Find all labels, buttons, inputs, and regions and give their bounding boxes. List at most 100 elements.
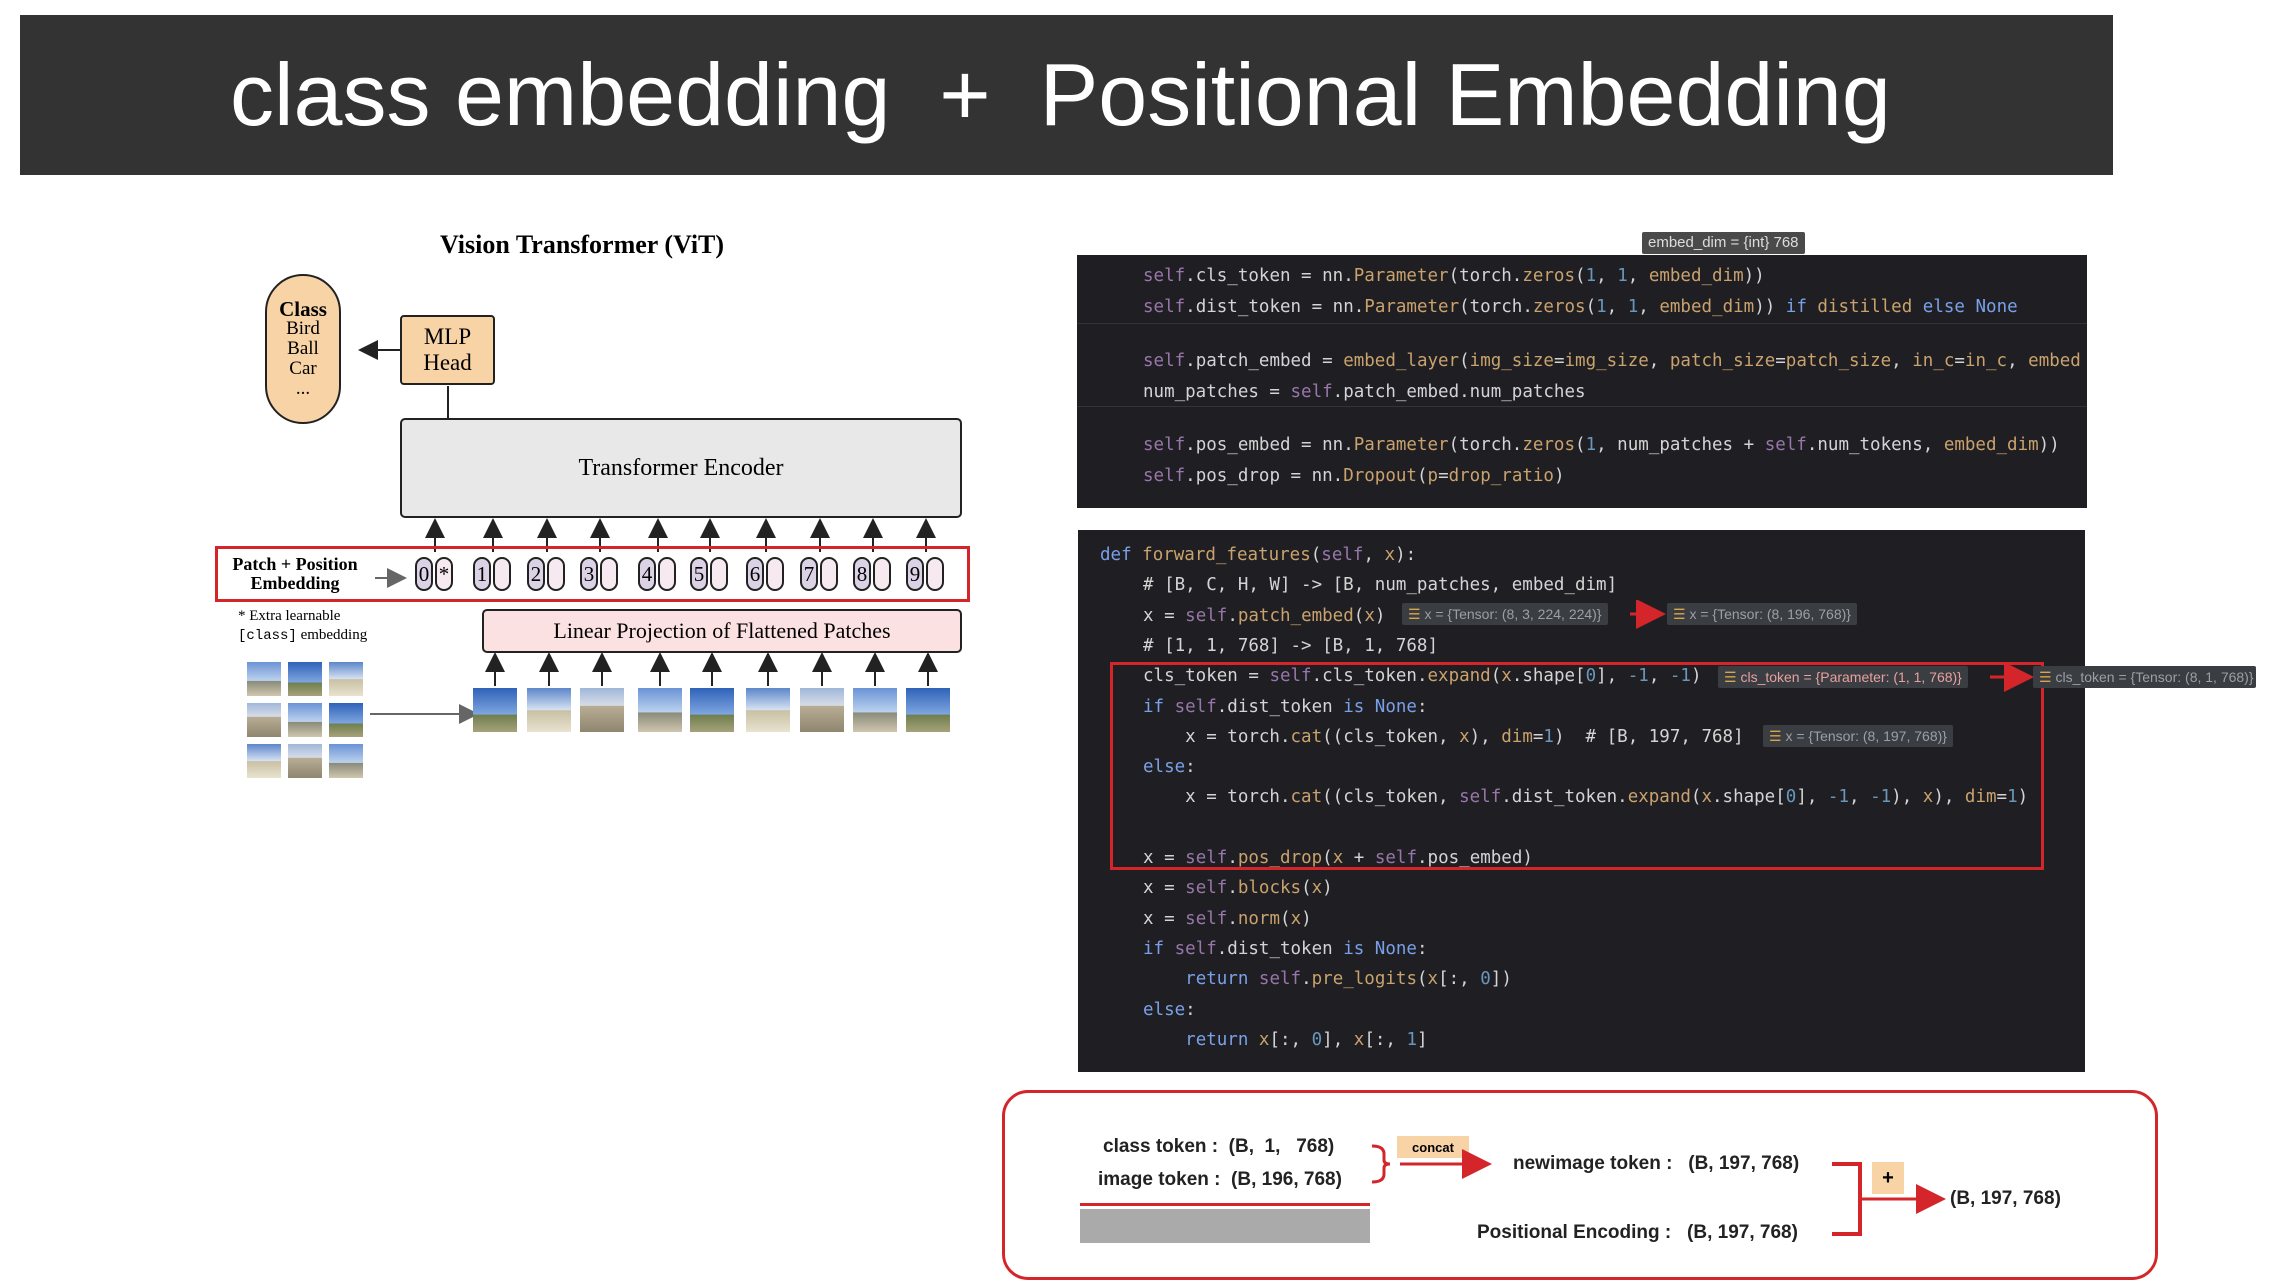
embedding-token — [493, 557, 511, 591]
code-line: self.dist_token = nn.Parameter(torch.zer… — [1143, 294, 2018, 320]
code-token: ], — [1322, 1029, 1354, 1050]
code-token: self — [1185, 908, 1228, 929]
code-token: )) — [2038, 435, 2060, 455]
code-token: self — [1143, 351, 1186, 371]
code-token: None — [1975, 297, 2018, 317]
code-token: . — [1227, 878, 1238, 899]
flattened-patch-thumbnail — [473, 688, 517, 732]
position-token: 1 — [473, 557, 491, 591]
code-token: 1 — [1406, 1029, 1418, 1050]
code-line: if self.dist_token is None: — [1143, 936, 1428, 962]
code-token: ( — [1459, 351, 1470, 371]
code-token: zeros — [1522, 266, 1576, 286]
code-token: ]) — [1490, 969, 1512, 990]
code-token: .patch_embed.num_patches — [1332, 382, 1586, 402]
code-token: self — [1290, 382, 1333, 402]
code-token: embed_layer — [1343, 351, 1460, 371]
code-token: .pos_embed = nn. — [1185, 435, 1354, 455]
code-token: . — [1301, 969, 1312, 990]
code-line: self.pos_embed = nn.Parameter(torch.zero… — [1143, 432, 2060, 458]
position-token: 2 — [527, 557, 545, 591]
code-token: = — [1438, 466, 1449, 486]
code-token: ): — [1395, 545, 1417, 565]
code-token: embed_dim — [1648, 266, 1744, 286]
code-token: self — [1143, 466, 1186, 486]
code-token: , — [1891, 351, 1913, 371]
code-line: num_patches = self.patch_embed.num_patch… — [1143, 379, 1586, 405]
code-line: x = self.blocks(x) — [1143, 875, 1333, 901]
code-token: patch_size — [1785, 351, 1892, 371]
embedding-token — [547, 557, 565, 591]
image-patch-thumbnail — [288, 744, 322, 778]
code-separator — [1077, 323, 2087, 324]
position-token: 8 — [853, 557, 871, 591]
code-token: ( — [1575, 266, 1586, 286]
code-token: ( — [1301, 878, 1312, 899]
code-token: else — [1922, 297, 1965, 317]
code-token: return — [1185, 1029, 1259, 1050]
hint-text: x = {Tensor: (8, 197, 768)} — [1785, 728, 1947, 744]
code-token: 1 — [1596, 297, 1607, 317]
code-token: ( — [1585, 297, 1597, 317]
code-token: x — [1427, 969, 1439, 990]
gray-bar — [1080, 1209, 1370, 1243]
flattened-patch-thumbnail — [746, 688, 790, 732]
x-input-debug-hint: ☰ x = {Tensor: (8, 3, 224, 224)} — [1402, 603, 1608, 625]
code-token: img_size — [1469, 351, 1554, 371]
code-token: # [B, C, H, W] -> [B, num_patches, embed… — [1143, 575, 1618, 596]
code-token: def — [1100, 545, 1143, 565]
code-token: zeros — [1522, 435, 1576, 455]
flattened-patch-thumbnail — [906, 688, 950, 732]
code-token: x — [1364, 605, 1375, 626]
result-shape: (B, 197, 768) — [1950, 1188, 2061, 1209]
patch-label-line1: Patch + Position — [232, 554, 358, 574]
code-line: else: — [1143, 997, 1196, 1023]
flattened-patch-thumbnail — [580, 688, 624, 732]
code-token: else — [1143, 999, 1186, 1020]
code-line: x = self.patch_embed(x) — [1143, 603, 1385, 629]
embedding-token: * — [435, 557, 453, 591]
position-token: 5 — [690, 557, 708, 591]
position-token: 9 — [906, 557, 924, 591]
position-token: 7 — [800, 557, 818, 591]
embedding-token — [766, 557, 784, 591]
code-token: = — [1775, 351, 1786, 371]
code-token: 1 — [1585, 266, 1597, 286]
code-token: .num_tokens, — [1806, 435, 1944, 455]
code-token: Parameter — [1364, 297, 1460, 317]
code-token: ( — [1310, 545, 1322, 565]
code-token: drop_ratio — [1448, 466, 1554, 486]
code-line: self.cls_token = nn.Parameter(torch.zero… — [1143, 263, 1765, 289]
code-line: self.patch_embed = embed_layer(img_size=… — [1143, 348, 2081, 374]
code-token: self — [1185, 605, 1228, 626]
code-token: forward_features — [1142, 545, 1311, 565]
code-token: ( — [1575, 435, 1586, 455]
code-token: self — [1764, 435, 1807, 455]
code-token: : — [1416, 938, 1428, 959]
code-token: distilled — [1817, 297, 1913, 317]
image-patch-thumbnail — [288, 662, 322, 696]
code-token: ( — [1416, 969, 1428, 990]
code-token: : — [1185, 999, 1196, 1020]
code-token: , — [1648, 351, 1670, 371]
patch-label-line2: Embedding — [250, 573, 340, 593]
code-token: , — [2007, 351, 2029, 371]
embed-dim-debug-hint: embed_dim = {int} 768 — [1642, 232, 1805, 254]
code-token: img_size — [1564, 351, 1649, 371]
embedding-token — [600, 557, 618, 591]
code-token: , — [1638, 297, 1660, 317]
embedding-token — [873, 557, 891, 591]
code-token: in_c — [1912, 351, 1955, 371]
code-token: (torch. — [1459, 297, 1533, 317]
code-token: self — [1258, 969, 1302, 990]
code-token: p — [1427, 466, 1439, 486]
image-patch-thumbnail — [288, 703, 322, 737]
image-patch-thumbnail — [329, 703, 363, 737]
cls-tensor-debug-hint: ☰ cls_token = {Tensor: (8, 1, 768)} — [2033, 666, 2256, 688]
code-token: Parameter — [1353, 435, 1449, 455]
code-token: self — [1174, 938, 1217, 959]
class-token-code: [class] — [238, 628, 297, 644]
